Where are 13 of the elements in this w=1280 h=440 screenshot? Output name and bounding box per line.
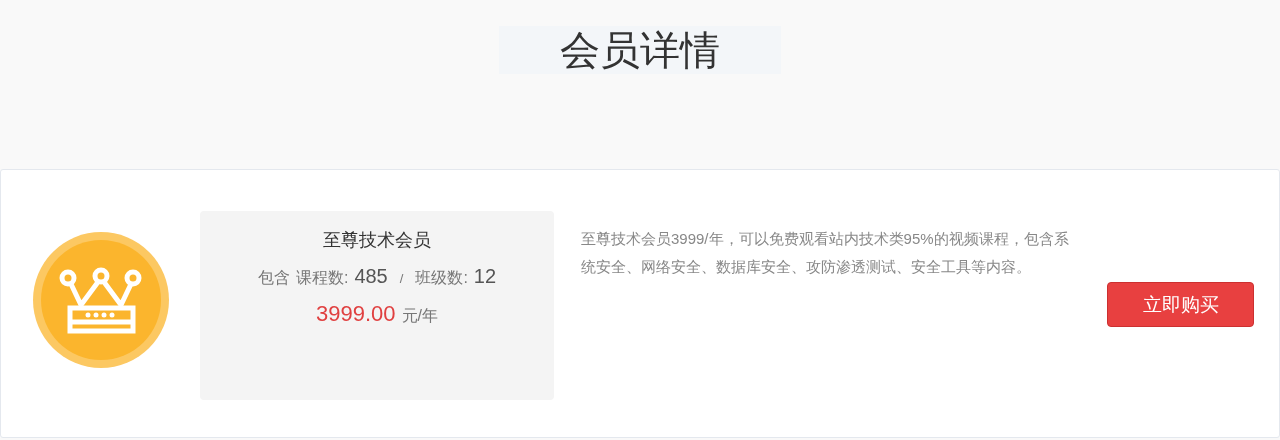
plan-description: 至尊技术会员3999/年，可以免费观看站内技术类95%的视频课程，包含系统安全、网络安全、数据库安全、攻防渗透测试、安全工具等内容。: [581, 229, 1070, 277]
classes-count: 12: [473, 265, 497, 288]
separator: /: [399, 271, 404, 286]
price-unit: 元/年: [401, 306, 438, 326]
classes-label: 班级数:: [415, 268, 468, 288]
buy-button[interactable]: 立即购买: [1107, 282, 1254, 327]
includes-label: 包含: [257, 268, 290, 288]
courses-count: 485: [354, 265, 388, 288]
plan-name: 至尊技术会员: [323, 229, 431, 252]
courses-label: 课程数:: [295, 268, 349, 288]
crown-icon: [33, 232, 169, 368]
page-title: 会员详情: [499, 26, 781, 74]
price: 3999.00: [316, 301, 396, 327]
